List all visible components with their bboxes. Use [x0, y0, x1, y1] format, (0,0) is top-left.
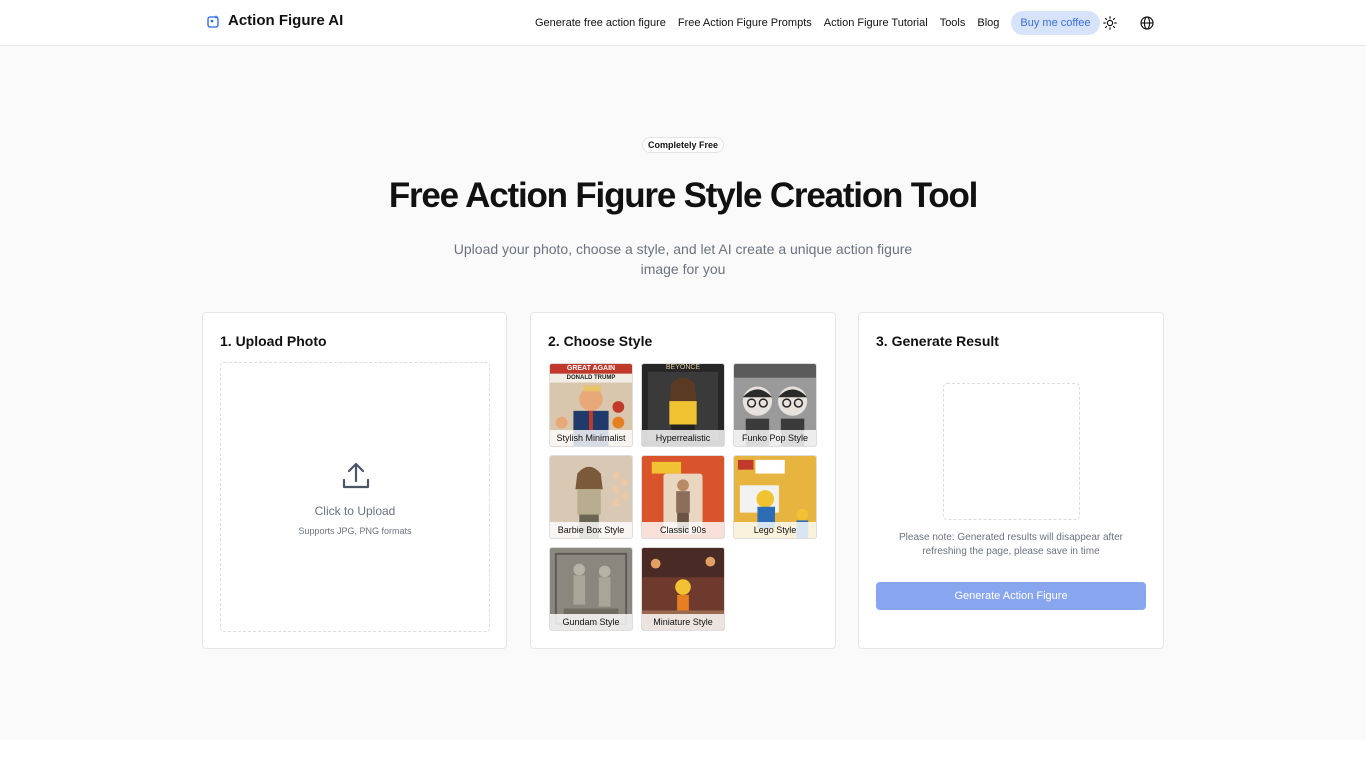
- style-grid: GREAT AGAIN DONALD TRUMP Stylish Minimal…: [549, 363, 819, 631]
- stylish-minimalist-thumb-text-2: DONALD TRUMP: [566, 375, 616, 381]
- result-preview-placeholder: [943, 383, 1080, 520]
- nav-link-generate[interactable]: Generate free action figure: [535, 17, 666, 29]
- generate-button[interactable]: Generate Action Figure: [876, 582, 1146, 610]
- style-label: Miniature Style: [642, 614, 724, 630]
- upload-format-hint: Supports JPG, PNG formats: [298, 526, 412, 536]
- result-note: Please note: Generated results will disa…: [898, 532, 1123, 557]
- image-sparkle-icon: [207, 14, 219, 28]
- upload-icon: [342, 462, 370, 489]
- style-option-gundam[interactable]: Gundam Style: [549, 547, 633, 631]
- upload-card: 1. Upload Photo Click to Upload Supports…: [202, 312, 507, 649]
- theme-toggle-button[interactable]: [1101, 14, 1119, 32]
- buy-me-coffee-button[interactable]: Buy me coffee: [1011, 11, 1100, 35]
- style-option-hyperrealistic[interactable]: BEYONCÉ Hyperrealistic: [641, 363, 725, 447]
- style-heading: 2. Choose Style: [548, 333, 653, 349]
- upload-dropzone[interactable]: Click to Upload Supports JPG, PNG format…: [220, 362, 490, 632]
- nav-links: Generate free action figure Free Action …: [535, 0, 1100, 46]
- brand-name: Action Figure AI: [228, 12, 344, 29]
- nav-link-tutorial[interactable]: Action Figure Tutorial: [824, 17, 928, 29]
- style-option-miniature[interactable]: Miniature Style: [641, 547, 725, 631]
- style-label: Hyperrealistic: [642, 430, 724, 446]
- style-label: Gundam Style: [550, 614, 632, 630]
- style-option-stylish-minimalist[interactable]: GREAT AGAIN DONALD TRUMP Stylish Minimal…: [549, 363, 633, 447]
- style-option-classic-90s[interactable]: Classic 90s: [641, 455, 725, 539]
- upload-heading: 1. Upload Photo: [220, 333, 327, 349]
- nav-link-prompts[interactable]: Free Action Figure Prompts: [678, 17, 812, 29]
- language-button[interactable]: [1138, 14, 1156, 32]
- sun-icon: [1103, 16, 1117, 30]
- style-label: Classic 90s: [642, 522, 724, 538]
- nav-link-blog[interactable]: Blog: [977, 17, 999, 29]
- style-option-lego[interactable]: Lego Style: [733, 455, 817, 539]
- stylish-minimalist-thumb-text-1: GREAT AGAIN: [566, 365, 616, 372]
- free-badge: Completely Free: [642, 137, 724, 153]
- brand-logo[interactable]: Action Figure AI: [207, 12, 343, 29]
- style-label: Barbie Box Style: [550, 522, 632, 538]
- style-label: Stylish Minimalist: [550, 430, 632, 446]
- top-navbar: Action Figure AI Generate free action fi…: [0, 0, 1366, 46]
- result-heading: 3. Generate Result: [876, 333, 999, 349]
- globe-icon: [1140, 16, 1154, 30]
- hyperrealistic-thumb-text: BEYONCÉ: [665, 364, 701, 371]
- nav-link-tools[interactable]: Tools: [940, 17, 966, 29]
- result-card: 3. Generate Result Please note: Generate…: [858, 312, 1164, 649]
- style-option-barbie-box[interactable]: Barbie Box Style: [549, 455, 633, 539]
- page-subtitle: Upload your photo, choose a style, and l…: [453, 241, 913, 277]
- style-label: Funko Pop Style: [734, 430, 816, 446]
- style-card: 2. Choose Style GREAT AGAIN DONALD TRUMP…: [530, 312, 836, 649]
- style-option-funko-pop[interactable]: Funko Pop Style: [733, 363, 817, 447]
- page-title: Free Action Figure Style Creation Tool: [388, 176, 979, 215]
- upload-cta: Click to Upload: [314, 504, 396, 518]
- style-label: Lego Style: [734, 522, 816, 538]
